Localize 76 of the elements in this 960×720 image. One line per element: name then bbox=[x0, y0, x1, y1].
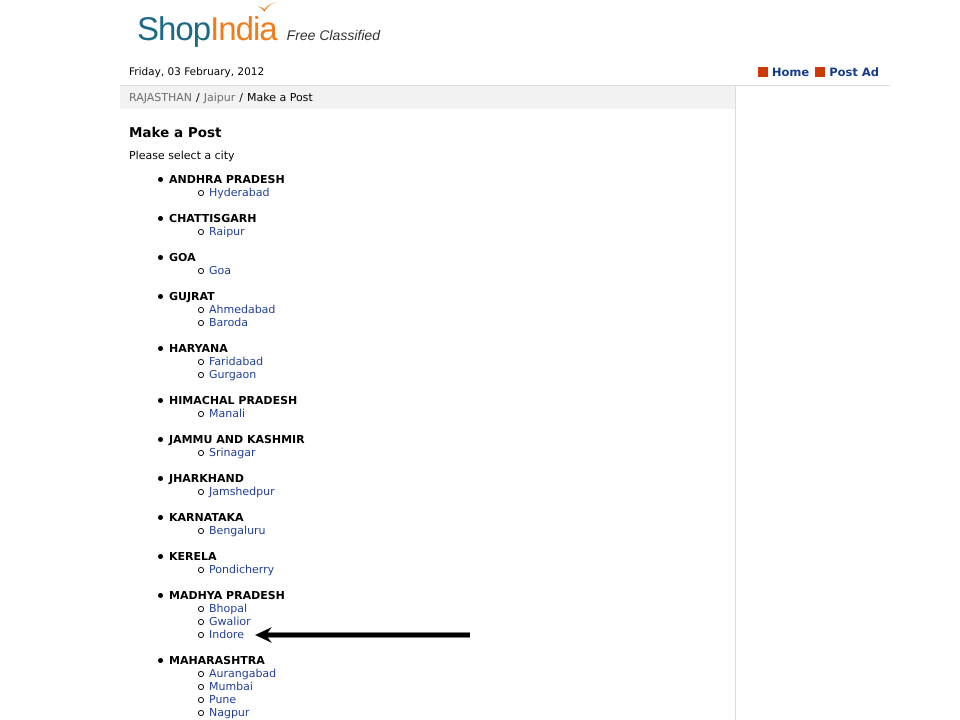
city-link[interactable]: Bhopal bbox=[209, 602, 248, 615]
city-link[interactable]: Bengaluru bbox=[209, 524, 266, 537]
bullet-icon bbox=[158, 398, 163, 403]
bullet-icon bbox=[158, 346, 163, 351]
state-name: GUJRAT bbox=[169, 290, 215, 303]
city-link[interactable]: Indore bbox=[209, 628, 244, 641]
city-link[interactable]: Goa bbox=[209, 264, 231, 277]
circle-bullet-icon bbox=[198, 566, 204, 572]
circle-bullet-icon bbox=[198, 606, 204, 612]
circle-bullet-icon bbox=[198, 684, 204, 690]
logo-tagline: Free Classified bbox=[286, 27, 380, 43]
bullet-icon bbox=[158, 476, 163, 481]
circle-bullet-icon bbox=[198, 618, 204, 624]
circle-bullet-icon bbox=[198, 670, 204, 676]
city-link[interactable]: Srinagar bbox=[209, 446, 256, 459]
city-link[interactable]: Hyderabad bbox=[209, 186, 270, 199]
circle-bullet-icon bbox=[198, 450, 204, 456]
state-name: KARNATAKA bbox=[169, 511, 244, 524]
circle-bullet-icon bbox=[198, 528, 204, 534]
circle-bullet-icon bbox=[198, 358, 204, 364]
circle-bullet-icon bbox=[198, 410, 204, 416]
bullet-icon bbox=[158, 515, 163, 520]
city-link[interactable]: Nagpur bbox=[209, 706, 250, 719]
circle-bullet-icon bbox=[198, 320, 204, 326]
breadcrumb-link[interactable]: RAJASTHAN bbox=[129, 91, 192, 104]
prompt-text: Please select a city bbox=[129, 149, 235, 162]
circle-bullet-icon bbox=[198, 306, 204, 312]
square-bullet-icon bbox=[815, 66, 826, 76]
city-link[interactable]: Pune bbox=[209, 693, 236, 706]
bullet-icon bbox=[158, 593, 163, 598]
bullet-icon bbox=[158, 437, 163, 442]
nav-link[interactable]: Post Ad bbox=[829, 64, 879, 78]
state-name: HIMACHAL PRADESH bbox=[169, 394, 298, 407]
date-text: Friday, 03 February, 2012 bbox=[129, 66, 264, 78]
state-name: JHARKHAND bbox=[169, 472, 244, 485]
state-name: ANDHRA PRADESH bbox=[169, 173, 285, 186]
bullet-icon bbox=[158, 554, 163, 559]
circle-bullet-icon bbox=[198, 632, 204, 638]
bullet-icon bbox=[158, 216, 163, 221]
state-name: MADHYA PRADESH bbox=[169, 589, 285, 602]
circle-bullet-icon bbox=[198, 268, 204, 274]
city-link[interactable]: Gwalior bbox=[209, 615, 251, 628]
city-link[interactable]: Manali bbox=[209, 407, 246, 420]
city-link[interactable]: Raipur bbox=[209, 225, 245, 238]
city-link[interactable]: Ahmedabad bbox=[209, 303, 276, 316]
bullet-icon bbox=[158, 658, 163, 663]
state-name: MAHARASHTRA bbox=[169, 654, 265, 667]
circle-bullet-icon bbox=[198, 710, 204, 716]
city-link[interactable]: Pondicherry bbox=[209, 563, 274, 576]
state-name: JAMMU AND KASHMIR bbox=[169, 433, 305, 446]
state-name: GOA bbox=[169, 251, 196, 264]
breadcrumb-current: Make a Post bbox=[247, 91, 313, 104]
square-bullet-icon bbox=[758, 66, 768, 76]
page-title: Make a Post bbox=[129, 124, 222, 142]
circle-bullet-icon bbox=[198, 190, 204, 196]
circle-bullet-icon bbox=[198, 488, 204, 494]
circle-bullet-icon bbox=[198, 228, 204, 234]
circle-bullet-icon bbox=[198, 696, 204, 702]
state-name: KERELA bbox=[169, 550, 217, 563]
city-link[interactable]: Baroda bbox=[209, 316, 248, 329]
state-name: HARYANA bbox=[169, 342, 228, 355]
city-link[interactable]: Jamshedpur bbox=[209, 485, 275, 498]
city-link[interactable]: Gurgaon bbox=[209, 368, 256, 381]
breadcrumb-separator: / bbox=[196, 91, 200, 104]
breadcrumb-link[interactable]: Jaipur bbox=[204, 91, 236, 104]
bullet-icon bbox=[158, 294, 163, 299]
city-link[interactable]: Aurangabad bbox=[209, 667, 276, 680]
bullet-icon bbox=[158, 255, 163, 260]
city-link[interactable]: Faridabad bbox=[209, 355, 264, 368]
city-link[interactable]: Mumbai bbox=[209, 680, 253, 693]
breadcrumb-separator: / bbox=[239, 91, 243, 104]
nav-link[interactable]: Home bbox=[772, 64, 810, 78]
circle-bullet-icon bbox=[198, 372, 204, 378]
bullet-icon bbox=[158, 177, 163, 182]
state-name: CHATTISGARH bbox=[169, 212, 256, 225]
logo-wordmark: ShopIndia bbox=[137, 12, 277, 45]
